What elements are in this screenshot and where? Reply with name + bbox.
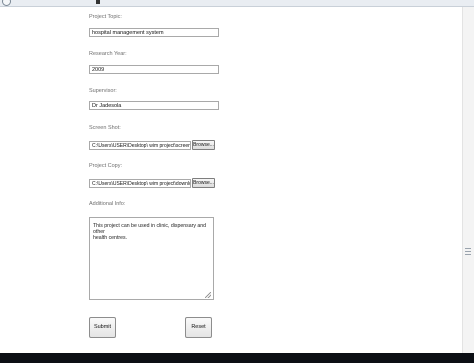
taskbar	[0, 353, 474, 363]
reset-button[interactable]: Reset	[185, 317, 212, 338]
textarea-resize-handle[interactable]	[205, 292, 211, 298]
browser-top-edge	[0, 0, 474, 7]
project-topic-label: Project Topic:	[89, 14, 122, 20]
page-heading-fragment	[96, 0, 100, 4]
window-icon	[2, 0, 11, 6]
vertical-scrollbar[interactable]	[462, 7, 474, 353]
additional-info-textarea[interactable]: This project can be used in clinic, disp…	[89, 217, 214, 300]
submit-button[interactable]: Submit	[89, 317, 116, 338]
supervisor-label: Supervisor:	[89, 88, 117, 94]
project-copy-file-input[interactable]: C:\Users\USER\Desktop\ wim project\downl…	[89, 179, 191, 188]
screen-shot-browse-button[interactable]: Browse...	[192, 140, 215, 150]
scrollbar-grip-icon[interactable]	[465, 248, 471, 256]
additional-info-label: Additional Info:	[89, 201, 126, 207]
project-copy-browse-button[interactable]: Browse...	[192, 178, 215, 188]
screen-shot-file-input[interactable]: C:\Users\USER\Desktop\ wim project\scree…	[89, 141, 191, 150]
research-year-label: Research Year:	[89, 51, 127, 57]
project-topic-input[interactable]: hospital management system	[89, 28, 219, 37]
supervisor-input[interactable]: Dr Jadesola	[89, 101, 219, 110]
research-year-input[interactable]: 2009	[89, 65, 219, 74]
project-copy-label: Project Copy:	[89, 163, 123, 169]
screen-shot-label: Screen Shot:	[89, 125, 121, 131]
